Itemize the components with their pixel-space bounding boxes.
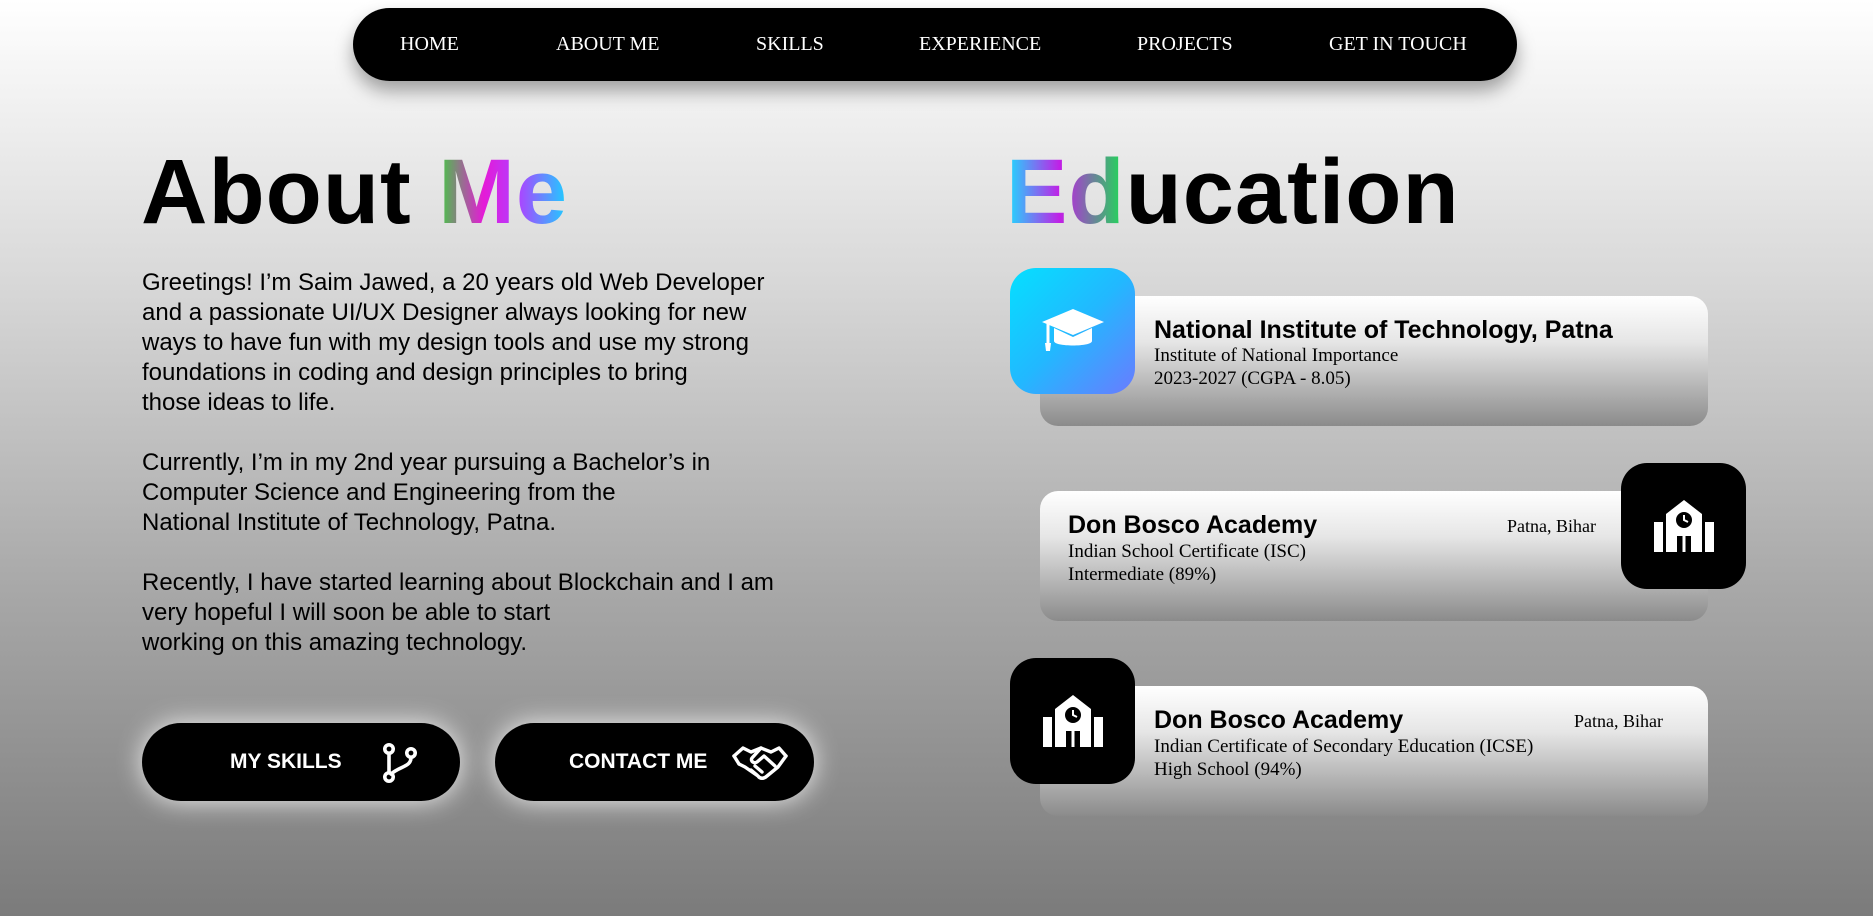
nav-skills[interactable]: SKILLS xyxy=(756,8,824,81)
institution-name: National Institute of Technology, Patna xyxy=(1154,316,1613,344)
handshake-icon xyxy=(732,746,788,780)
about-paragraph-3: Recently, I have started learning about … xyxy=(142,568,862,658)
top-nav: HOME ABOUT ME SKILLS EXPERIENCE PROJECTS… xyxy=(353,8,1517,81)
education-icon-box xyxy=(1010,658,1135,784)
about-title-plain: About xyxy=(141,141,439,243)
about-line: Currently, I’m in my 2nd year pursuing a… xyxy=(142,449,711,476)
institution-name: Don Bosco Academy xyxy=(1154,706,1404,734)
about-line: Recently, I have started learning about … xyxy=(142,569,774,596)
nav-experience[interactable]: EXPERIENCE xyxy=(919,8,1041,81)
about-line: very hopeful I will soon be able to star… xyxy=(142,599,551,626)
contact-me-button[interactable]: CONTACT ME xyxy=(495,723,814,801)
institution-detail: Institute of National Importance xyxy=(1154,345,1399,366)
about-paragraph-2: Currently, I’m in my 2nd year pursuing a… xyxy=(142,448,862,538)
education-title-plain: ucation xyxy=(1125,141,1460,243)
school-icon xyxy=(1042,695,1103,747)
about-title: About Me xyxy=(141,146,568,238)
about-title-accent: Me xyxy=(438,141,569,243)
institution-detail: Indian School Certificate (ISC) xyxy=(1068,541,1306,562)
contact-me-label: CONTACT ME xyxy=(569,750,708,773)
graduation-cap-icon xyxy=(1041,309,1104,351)
education-title: Education xyxy=(1006,146,1460,238)
about-line: National Institute of Technology, Patna. xyxy=(142,509,557,536)
education-icon-box xyxy=(1621,463,1746,589)
about-line: working on this amazing technology. xyxy=(142,629,528,656)
nav-get-in-touch[interactable]: GET IN TOUCH xyxy=(1329,8,1467,81)
school-icon xyxy=(1653,500,1714,552)
institution-period: 2023-2027 (CGPA - 8.05) xyxy=(1154,368,1351,389)
institution-name: Don Bosco Academy xyxy=(1068,511,1318,539)
education-title-accent: Ed xyxy=(1006,141,1126,243)
about-line: and a passionate UI/UX Designer always l… xyxy=(142,299,747,326)
institution-period: Intermediate (89%) xyxy=(1068,564,1217,585)
institution-location: Patna, Bihar xyxy=(1574,711,1663,731)
about-line: those ideas to life. xyxy=(142,389,336,416)
about-line: foundations in coding and design princip… xyxy=(142,359,688,386)
about-line: ways to have fun with my design tools an… xyxy=(142,329,749,356)
institution-location: Patna, Bihar xyxy=(1507,516,1596,536)
about-line: Greetings! I’m Saim Jawed, a 20 years ol… xyxy=(142,269,765,296)
my-skills-label: MY SKILLS xyxy=(230,750,342,773)
about-paragraph-1: Greetings! I’m Saim Jawed, a 20 years ol… xyxy=(142,268,862,418)
institution-period: High School (94%) xyxy=(1154,759,1302,780)
about-line: Computer Science and Engineering from th… xyxy=(142,479,616,506)
institution-detail: Indian Certificate of Secondary Educatio… xyxy=(1154,736,1534,757)
git-branch-icon xyxy=(383,743,417,783)
nav-about-me[interactable]: ABOUT ME xyxy=(556,8,660,81)
nav-projects[interactable]: PROJECTS xyxy=(1137,8,1233,81)
my-skills-button[interactable]: MY SKILLS xyxy=(142,723,460,801)
education-icon-box xyxy=(1010,268,1135,394)
nav-home[interactable]: HOME xyxy=(400,8,459,81)
